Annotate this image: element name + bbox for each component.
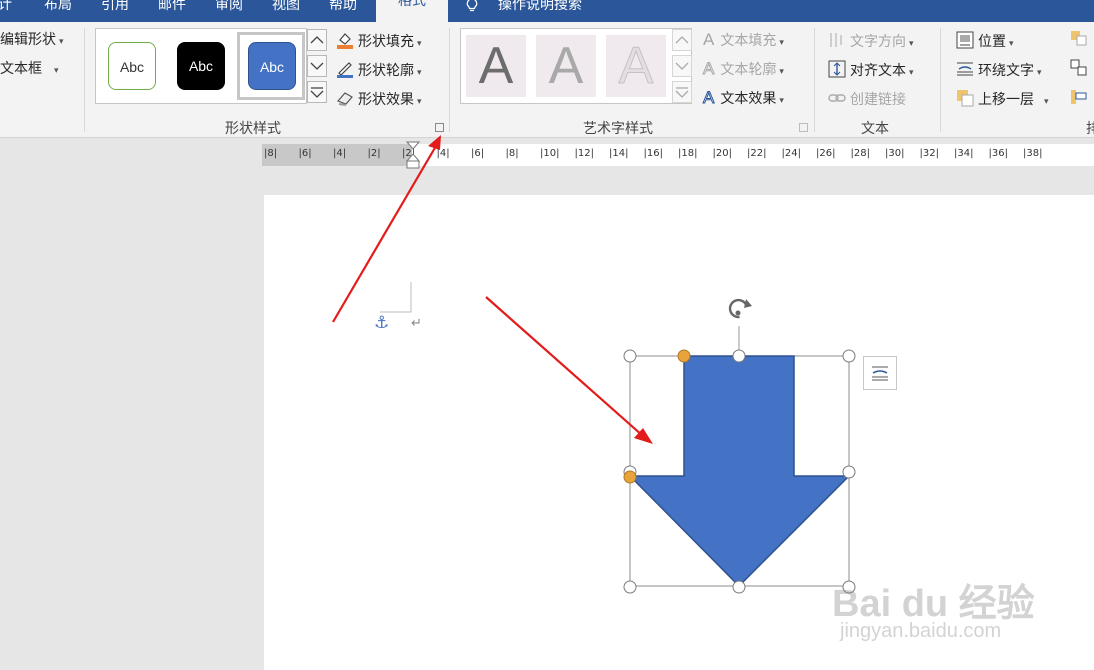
- baidu-logo-watermark: Bai du 经验: [832, 583, 1035, 625]
- annotation-arrowhead-1: [428, 135, 441, 150]
- annotation-arrow-2: [485, 296, 644, 437]
- annotation-arrow-1: [332, 145, 437, 323]
- annotation-arrows: [332, 135, 653, 444]
- baidu-url-watermark: jingyan.baidu.com: [840, 620, 1002, 642]
